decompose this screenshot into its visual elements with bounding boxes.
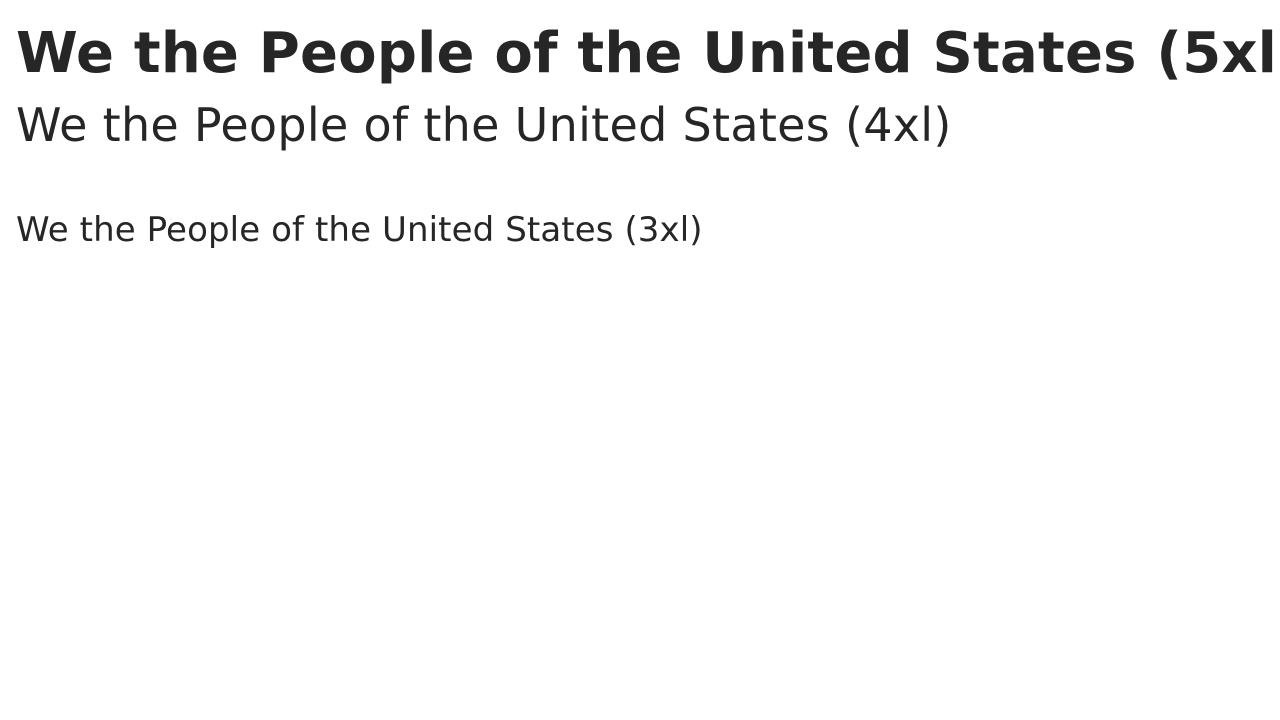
heading-3xl: We the People of the United States (3xl) [16,210,703,250]
heading-5xl: We the People of the United States (5xl) [16,21,1280,86]
typography-sample-page: We the People of the United States (5xl)… [0,0,1280,720]
heading-4xl: We the People of the United States (4xl) [16,98,952,152]
